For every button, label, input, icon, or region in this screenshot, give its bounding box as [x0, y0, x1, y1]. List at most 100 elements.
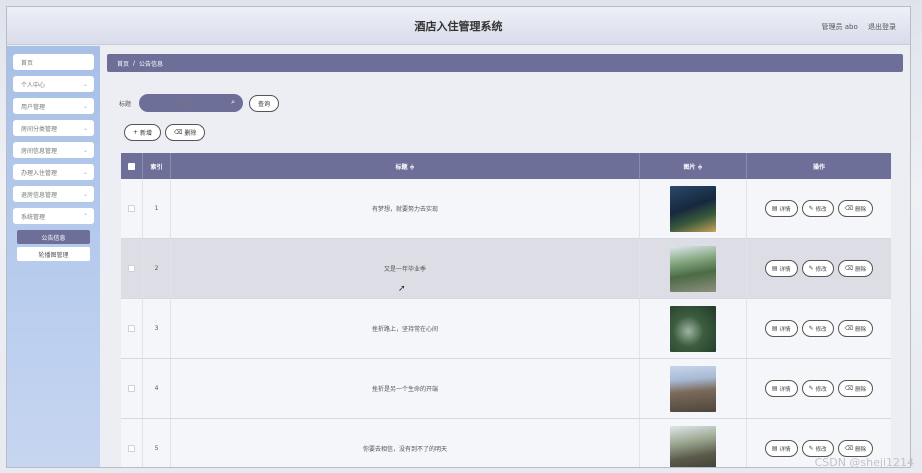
- query-button[interactable]: 查询: [249, 94, 280, 112]
- pencil-icon: ✎: [808, 205, 814, 212]
- sidebar-item-users[interactable]: 用户管理 ⌄: [13, 98, 94, 114]
- app-window: 酒店入住管理系统 管理员 abo 退出登录 首页 个人中心 ⌄ 用户管理 ⌄ 房…: [6, 6, 911, 468]
- trash-icon: ⌫: [844, 205, 854, 212]
- row-index: 4: [143, 359, 171, 418]
- document-icon: ▤: [771, 445, 778, 452]
- row-ops: ▤ 详情 ✎ 修改 ⌫ 删除: [747, 179, 891, 238]
- document-icon: ▤: [771, 325, 778, 332]
- user-label: 管理员 abo: [821, 23, 858, 31]
- sidebar-item-home[interactable]: 首页: [13, 54, 94, 70]
- hotel-thumbnail: [670, 185, 716, 232]
- detail-button[interactable]: ▤ 详情: [764, 380, 798, 397]
- table-row: 3 挫折路上，坚持常在心间 ▤ 详情 ✎ 修改 ⌫ 删除: [121, 299, 891, 359]
- delete-button[interactable]: ⌫ 删除: [837, 320, 874, 337]
- delete-button[interactable]: ⌫ 删除: [837, 440, 874, 457]
- detail-label: 详情: [779, 386, 791, 393]
- edit-button[interactable]: ✎ 修改: [801, 260, 834, 277]
- delete-button[interactable]: ⌫ 删除: [837, 380, 874, 397]
- delete-label: 删除: [855, 206, 867, 213]
- row-checkbox-cell: [121, 359, 143, 418]
- document-icon: ▤: [771, 265, 778, 272]
- chevron-down-icon: ⌄: [82, 190, 88, 198]
- search-label: 标题: [119, 100, 132, 108]
- sidebar-item-checkin[interactable]: 办理入住管理 ⌄: [13, 164, 94, 180]
- row-checkbox-cell: [121, 179, 143, 238]
- delete-label: 删除: [855, 326, 867, 333]
- plus-icon: +: [133, 129, 140, 136]
- row-title: 有梦想，就要努力去实现: [171, 179, 640, 238]
- row-index: 2: [143, 239, 171, 298]
- row-index: 3: [143, 299, 171, 358]
- sidebar-item-system[interactable]: 系统管理 ⌃: [13, 208, 94, 224]
- hotel-thumbnail: [670, 305, 716, 352]
- breadcrumb-home[interactable]: 首页: [117, 59, 129, 68]
- breadcrumb-current: 公告信息: [139, 60, 164, 68]
- add-button-label: 新增: [139, 130, 152, 137]
- table-row: 4 挫折是另一个生命的开端 ▤ 详情 ✎ 修改 ⌫ 删除: [121, 359, 891, 419]
- edit-button[interactable]: ✎ 修改: [801, 320, 834, 337]
- add-button[interactable]: + 新增: [124, 124, 161, 141]
- pencil-icon: ✎: [808, 385, 814, 392]
- table-row: 2 又是一年毕业季 ▤ 详情 ✎ 修改 ⌫ 删除: [121, 239, 891, 299]
- edit-label: 修改: [815, 326, 827, 333]
- delete-button[interactable]: ⌫ 删除: [837, 200, 874, 217]
- select-all-checkbox[interactable]: [128, 162, 135, 170]
- sidebar-item-checkout[interactable]: 退房信息管理 ⌄: [13, 186, 94, 202]
- detail-label: 详情: [779, 266, 791, 273]
- row-checkbox-cell: [121, 239, 143, 298]
- submenu-item-notices[interactable]: 公告信息: [17, 230, 90, 244]
- edit-label: 修改: [815, 266, 827, 273]
- breadcrumb: 首页 / 公告信息: [107, 54, 903, 72]
- edit-button[interactable]: ✎ 修改: [801, 200, 834, 217]
- row-image-cell: [640, 359, 747, 418]
- row-title: 挫折路上，坚持常在心间: [171, 299, 640, 358]
- delete-label: 删除: [855, 386, 867, 393]
- chevron-down-icon: ⌄: [82, 168, 88, 176]
- delete-label: 删除: [855, 446, 867, 453]
- chevron-down-icon: ⌄: [82, 102, 88, 110]
- trash-icon: ⌫: [844, 445, 854, 452]
- hotel-thumbnail: [670, 425, 716, 467]
- sidebar-item-profile[interactable]: 个人中心 ⌄: [13, 76, 94, 92]
- detail-button[interactable]: ▤ 详情: [764, 260, 798, 277]
- detail-button[interactable]: ▤ 详情: [764, 200, 798, 217]
- sidebar-item-room-category[interactable]: 房间分类管理 ⌄: [13, 120, 94, 136]
- sidebar-item-label: 房间分类管理: [21, 125, 58, 133]
- detail-button[interactable]: ▤ 详情: [764, 320, 798, 337]
- edit-button[interactable]: ✎ 修改: [801, 380, 834, 397]
- mouse-cursor-icon: ➚: [398, 284, 406, 294]
- detail-button[interactable]: ▤ 详情: [764, 440, 798, 457]
- edit-label: 修改: [815, 446, 827, 453]
- row-checkbox[interactable]: [128, 265, 135, 272]
- row-index: 5: [143, 419, 171, 467]
- app-title: 酒店入住管理系统: [414, 20, 503, 33]
- edit-label: 修改: [815, 206, 827, 213]
- notice-table: 索引 标题 ≑ 图片 ≑ 操作 1 有梦想，就要努力去实现 ▤ 详情 ✎ 修改 ⌫ 删…: [121, 153, 891, 467]
- batch-delete-button[interactable]: ⌫ 删除: [164, 124, 206, 141]
- detail-label: 详情: [779, 206, 791, 213]
- batch-delete-label: 删除: [184, 130, 197, 137]
- search-input[interactable]: [179, 99, 224, 107]
- chevron-down-icon: ⌄: [82, 146, 88, 154]
- delete-button[interactable]: ⌫ 删除: [837, 260, 874, 277]
- trash-icon: ⌫: [844, 325, 854, 332]
- submenu-item-carousel[interactable]: 轮播图管理: [17, 247, 90, 261]
- row-checkbox[interactable]: [128, 205, 135, 212]
- trash-icon: ⌫: [173, 129, 185, 136]
- header-title[interactable]: 标题 ≑: [171, 153, 640, 179]
- top-bar: 酒店入住管理系统 管理员 abo 退出登录: [7, 7, 910, 45]
- header-image[interactable]: 图片 ≑: [640, 153, 747, 179]
- pencil-icon: ✎: [808, 325, 814, 332]
- hotel-thumbnail: [670, 245, 716, 292]
- detail-label: 详情: [779, 326, 791, 333]
- chevron-up-icon: ⌃: [82, 212, 88, 220]
- sidebar-item-label: 个人中心: [21, 81, 46, 89]
- row-checkbox[interactable]: [128, 445, 135, 452]
- logout-link[interactable]: 退出登录: [868, 23, 896, 31]
- edit-button[interactable]: ✎ 修改: [801, 440, 834, 457]
- row-checkbox[interactable]: [128, 385, 135, 392]
- table-row: 1 有梦想，就要努力去实现 ▤ 详情 ✎ 修改 ⌫ 删除: [121, 179, 891, 239]
- row-checkbox[interactable]: [128, 325, 135, 332]
- sidebar-item-room-info[interactable]: 房间信息管理 ⌄: [13, 142, 94, 158]
- sidebar-item-label: 系统管理: [21, 213, 46, 221]
